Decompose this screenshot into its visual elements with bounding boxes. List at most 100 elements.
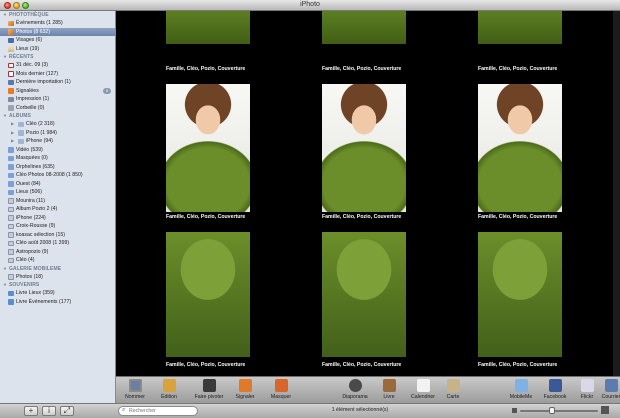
photo-thumbnail[interactable] (322, 232, 406, 357)
source-list-sidebar: ▼ PHOTOTHÈQUE Événements (1 285) Photos (8 … (0, 11, 116, 403)
photo-grid: Famille, Cléo, Pozio, Couverture Famille,… (116, 11, 620, 376)
photo-thumbnail[interactable] (322, 11, 406, 44)
faces-icon (8, 37, 14, 43)
sidebar-item[interactable]: ▶ iPhone (94) (0, 137, 115, 146)
fullscreen-button[interactable]: ⤢ (60, 406, 74, 416)
sidebar-item[interactable]: Signalées 0 (0, 87, 115, 96)
fullscreen-icon: ⤢ (63, 406, 71, 415)
album-icon (8, 249, 14, 255)
sidebar-item-label: Corbeille (0) (16, 104, 45, 111)
sidebar-item[interactable]: Croix-Rousse (9) (0, 222, 115, 231)
sidebar-section-albums[interactable]: ▼ ALBUMS (0, 112, 115, 120)
sidebar-item[interactable]: iPhone (224) (0, 214, 115, 223)
toolbar-button-signaler[interactable]: Signaler (226, 379, 264, 403)
sidebar-section-library[interactable]: ▼ PHOTOTHÈQUE (0, 11, 115, 19)
sidebar-section-label: SOUVENIRS (9, 282, 40, 288)
sidebar-item[interactable]: Lieux (506) (0, 188, 115, 197)
sidebar-item-label: Orphelines (635) (16, 163, 55, 170)
toolbar-button-édition[interactable]: Édition (150, 379, 188, 403)
photo-thumbnail[interactable] (478, 11, 562, 44)
book-icon (8, 299, 14, 305)
disclosure-triangle-icon[interactable]: ▶ (11, 137, 14, 146)
sidebar-item[interactable]: Cléo août 2008 (1 399) (0, 239, 115, 248)
sidebar-item[interactable]: Dernière importation (1) (0, 78, 115, 87)
sidebar-item[interactable]: Visages (6) (0, 36, 115, 45)
add-button[interactable]: + (24, 406, 38, 416)
sidebar-item-label: Signalées (16, 87, 39, 94)
flag-icon (238, 379, 252, 392)
sidebar-item[interactable]: Impression (1) (0, 95, 115, 104)
sidebar-item-label: Ouest (84) (16, 180, 41, 187)
toolbar-button-mobileme[interactable]: MobileMe (502, 379, 540, 403)
toolbar-button-diaporama[interactable]: Diaporama (336, 379, 374, 403)
sidebar-item-label: Mois dernier (127) (16, 70, 59, 77)
sidebar-item[interactable]: Mois dernier (127) (0, 70, 115, 79)
photo-thumbnail[interactable] (322, 84, 406, 212)
sidebar-item[interactable]: koasac sélection (15) (0, 231, 115, 240)
sidebar-item-label: 31 déc. 09 (3) (16, 62, 49, 68)
toolbar-button-courrier[interactable]: Courrier (592, 379, 620, 403)
sidebar-item[interactable]: Cléo Photos 08-2008 (1 850) (0, 171, 115, 180)
smart-album-icon (8, 189, 14, 195)
sidebar-item-label: Vidéo (539) (16, 146, 43, 153)
sidebar-item-label: Photos (8 632) (16, 28, 51, 35)
status-bar: + i ⤢ ⌕ 1 élément sélectionné(s) (0, 403, 620, 418)
sidebar-section-mobileme[interactable]: ▼ GALERIE MOBILEME (0, 265, 115, 273)
toolbar-button-carte[interactable]: Carte (434, 379, 472, 403)
toolbar-button-label: Diaporama (342, 394, 368, 400)
photo-caption: Famille, Cléo, Pozio, Couverture (478, 214, 558, 220)
toolbar-button-livre[interactable]: Livre (370, 379, 408, 403)
disclosure-triangle-icon[interactable]: ▶ (11, 120, 14, 129)
sidebar-item-label: Lieux (506) (16, 189, 42, 195)
smart-album-icon (8, 181, 14, 187)
sidebar-item-label: koasac sélection (15) (16, 231, 66, 238)
toolbar-button-faire-pivoter[interactable]: Faire pivoter (190, 379, 228, 403)
search-input[interactable] (129, 407, 195, 415)
sidebar-item[interactable]: Album Pozio 2 (4) (0, 205, 115, 214)
sidebar-item[interactable]: Vidéo (539) (0, 146, 115, 155)
sidebar-item[interactable]: Mounira (11) (0, 197, 115, 206)
sidebar-item[interactable]: ▶ Cléo (2 318) (0, 120, 115, 129)
sidebar-item[interactable]: Astropozio (9) (0, 248, 115, 257)
sidebar-section-keepsakes[interactable]: ▼ SOUVENIRS (0, 281, 115, 289)
sidebar-item[interactable]: Cléo (4) (0, 256, 115, 265)
sidebar-item[interactable]: Événements (1 285) (0, 19, 115, 28)
photo-caption: Famille, Cléo, Pozio, Couverture (322, 66, 402, 72)
sidebar-item[interactable]: 31 déc. 09 (3) (0, 61, 115, 70)
info-icon: i (48, 406, 50, 415)
slideshow-play-icon (348, 379, 362, 392)
sidebar-item[interactable]: Masquées (0) (0, 154, 115, 163)
search-field[interactable]: ⌕ (118, 406, 198, 416)
disclosure-triangle-icon[interactable]: ▶ (11, 129, 14, 138)
sidebar-item[interactable]: Photos (8 632) (0, 27, 115, 36)
sidebar-item[interactable]: Livre Événements (177) (0, 298, 115, 307)
photo-thumbnail[interactable] (166, 84, 250, 212)
rotate-icon (202, 379, 216, 392)
sidebar-item[interactable]: ▶ Pozio (1 984) (0, 129, 115, 138)
sidebar-item-label: Livre Lieux (359) (16, 290, 55, 296)
bottom-toolbar: Nommer Édition Faire pivoter Signaler Masque… (116, 376, 620, 403)
toolbar-button-masquer[interactable]: Masquer (262, 379, 300, 403)
photo-thumbnail[interactable] (166, 11, 250, 44)
sidebar-item[interactable]: Lieux (19) (0, 45, 115, 54)
sidebar-item-label: Cléo août 2008 (1 399) (16, 240, 70, 246)
photo-grid-scrollbar[interactable] (613, 11, 620, 376)
toolbar-button-nommer[interactable]: Nommer (116, 379, 154, 403)
sidebar-item[interactable]: Photos (18) (0, 273, 115, 282)
sidebar-item[interactable]: Livre Lieux (359) (0, 289, 115, 298)
sidebar-item[interactable]: Ouest (84) (0, 180, 115, 189)
photo-caption: Famille, Cléo, Pozio, Couverture (322, 214, 402, 220)
album-icon (8, 215, 14, 221)
zoom-slider[interactable] (520, 410, 598, 412)
sidebar-section-recent[interactable]: ▼ RÉCENTS (0, 53, 115, 61)
photo-thumbnail[interactable] (478, 232, 562, 357)
info-button[interactable]: i (42, 406, 56, 416)
window-title: iPhoto (300, 1, 320, 8)
mail-icon (604, 379, 618, 392)
sidebar-item-label: Cléo Photos 08-2008 (1 850) (16, 172, 83, 178)
zoom-slider-knob[interactable] (548, 407, 555, 414)
sidebar-item[interactable]: Corbeille (0) (0, 104, 115, 113)
sidebar-item[interactable]: Orphelines (635) (0, 163, 115, 172)
photo-thumbnail[interactable] (166, 232, 250, 357)
photo-thumbnail[interactable] (478, 84, 562, 212)
